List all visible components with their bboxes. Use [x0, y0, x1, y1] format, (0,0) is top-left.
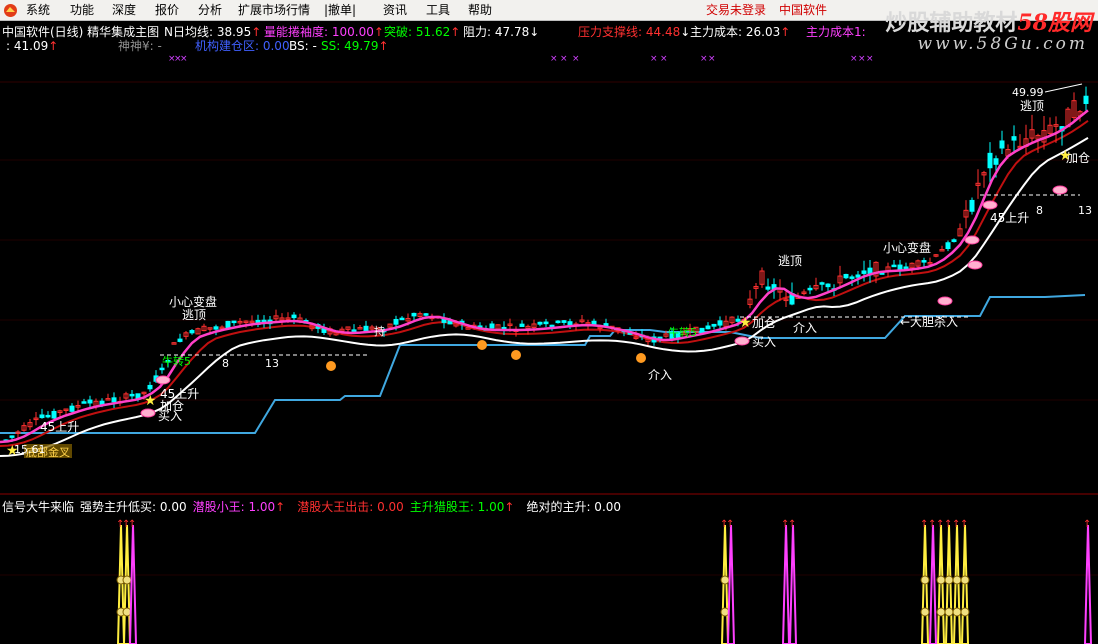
purple-x-marker: ×: [560, 54, 568, 64]
bull-label-1: 牛转5: [162, 354, 191, 368]
price-high-pointer: [1044, 83, 1083, 93]
chase-marker-icon: [967, 260, 983, 270]
bottom-indicator-4: 主升猎股王: 1.00↑: [409, 500, 515, 514]
signal-spike: [726, 524, 736, 644]
bottom-panel-title: 信号大牛来临 强势主升低买: 0.00 潜股小王: 1.00↑ 潜股大王出击: 0.0…: [2, 498, 627, 515]
coin-icon: [960, 575, 970, 585]
enter-label-1: 介入: [648, 368, 672, 382]
chase-marker-icon: [937, 296, 953, 306]
bottom-indicator-0: 信号大牛来临: [2, 500, 75, 514]
bold-buy-label: ←大胆杀入: [900, 314, 958, 329]
hold-label: 持: [374, 324, 385, 338]
ball-marker-icon: [326, 361, 336, 371]
purple-x-marker: ×: [650, 54, 658, 64]
rise-label-2: 45上升: [990, 211, 1029, 225]
coin-icon: [960, 607, 970, 617]
purple-x-marker: ×: [708, 54, 716, 64]
signal-up-icon: ↑: [128, 519, 136, 530]
signal-up-icon: ↑: [1083, 519, 1091, 530]
arrow-up-icon: ↑: [275, 500, 286, 514]
bottom-indicator-1: 强势主升低买: 0.00: [80, 500, 187, 514]
chase-marker-icon: [734, 336, 750, 346]
buy-in-label-1: 买入: [158, 409, 182, 423]
chase-marker-icon: [982, 200, 998, 210]
coin-icon: [952, 607, 962, 617]
coin-icon: [720, 575, 730, 585]
signal-spike: [928, 524, 938, 644]
purple-x-marker: ×: [180, 54, 188, 64]
arrow-up-icon: ↑: [504, 500, 515, 514]
bull-label-2: 牛转5: [668, 325, 697, 339]
signal-up-icon: ↑: [960, 519, 968, 530]
coin-icon: [936, 607, 946, 617]
bottom-indicator-2: 潜股小王: 1.00↑: [192, 500, 286, 514]
coin-icon: [122, 575, 132, 585]
n13-label-a: 13: [265, 357, 279, 370]
purple-x-marker: ×: [700, 54, 708, 64]
coin-icon: [944, 575, 954, 585]
signal-up-icon: ↑: [726, 519, 734, 530]
main-kline-chart[interactable]: ××× × × × × × × × × × × 49.99 逃顶 加仓 45上升 8 13 小心变盘…: [0, 0, 1098, 644]
chase-marker-icon: [140, 408, 156, 418]
escape-top-label-1: 逃顶: [182, 308, 206, 322]
chase-marker-icon: [964, 235, 980, 245]
signal-up-icon: ↑: [788, 519, 796, 530]
purple-x-marker: ×: [850, 54, 858, 64]
enter-label-2: 介入: [793, 321, 817, 335]
purple-x-marker: ×: [550, 54, 558, 64]
bottom-signal-bars: ↑↑↑ ↑↑ ↑↑ ↑ ↑ ↑ ↑ ↑ ↑ ↑: [116, 519, 1093, 644]
escape-top-label-2: 逃顶: [778, 254, 802, 268]
ball-marker-icon: [511, 350, 521, 360]
signal-spike: [781, 524, 791, 644]
add-position-label-2: 加仓: [752, 316, 776, 330]
low-price-label: 15.61: [14, 443, 46, 456]
coin-icon: [936, 575, 946, 585]
signal-star-markers: ××× × × × × × × × × × ×: [168, 54, 874, 64]
n13-label-b: 13: [1078, 204, 1092, 217]
escape-top-label-3: 逃顶: [1020, 99, 1044, 113]
purple-x-marker: ×: [858, 54, 866, 64]
careful-label-2: 小心变盘: [883, 240, 931, 255]
coin-icon: [952, 575, 962, 585]
rise-label-3: 45上升: [40, 420, 79, 434]
yellow-star-icon: ★: [144, 393, 157, 409]
yellow-star-icon: ★: [1059, 148, 1072, 164]
coin-icon: [920, 607, 930, 617]
bottom-indicator-5: 绝对的主升: 0.00: [526, 500, 622, 514]
purple-x-marker: ×: [660, 54, 668, 64]
signal-spike: [788, 524, 798, 644]
signal-spike: [128, 524, 138, 644]
coin-icon: [944, 607, 954, 617]
coin-icon: [920, 575, 930, 585]
purple-x-marker: ×: [866, 54, 874, 64]
price-high-label: 49.99: [1012, 86, 1044, 99]
n8-label-b: 8: [1036, 204, 1043, 217]
n8-label-a: 8: [222, 357, 229, 370]
yellow-star-icon: ★: [739, 315, 752, 331]
chase-marker-icon: [1052, 185, 1068, 195]
bottom-indicator-3: 潜股大王出击: 0.00: [297, 500, 404, 514]
buy-in-label-2: 买入: [752, 335, 776, 349]
ball-marker-icon: [636, 353, 646, 363]
ball-marker-icon: [477, 340, 487, 350]
yellow-star-icon: ★: [6, 443, 19, 459]
chase-marker-icon: [155, 375, 171, 385]
signal-spike: [1083, 524, 1093, 644]
purple-x-marker: ×: [572, 54, 580, 64]
chase-markers: [140, 185, 1068, 418]
careful-label-1: 小心变盘: [169, 294, 217, 309]
